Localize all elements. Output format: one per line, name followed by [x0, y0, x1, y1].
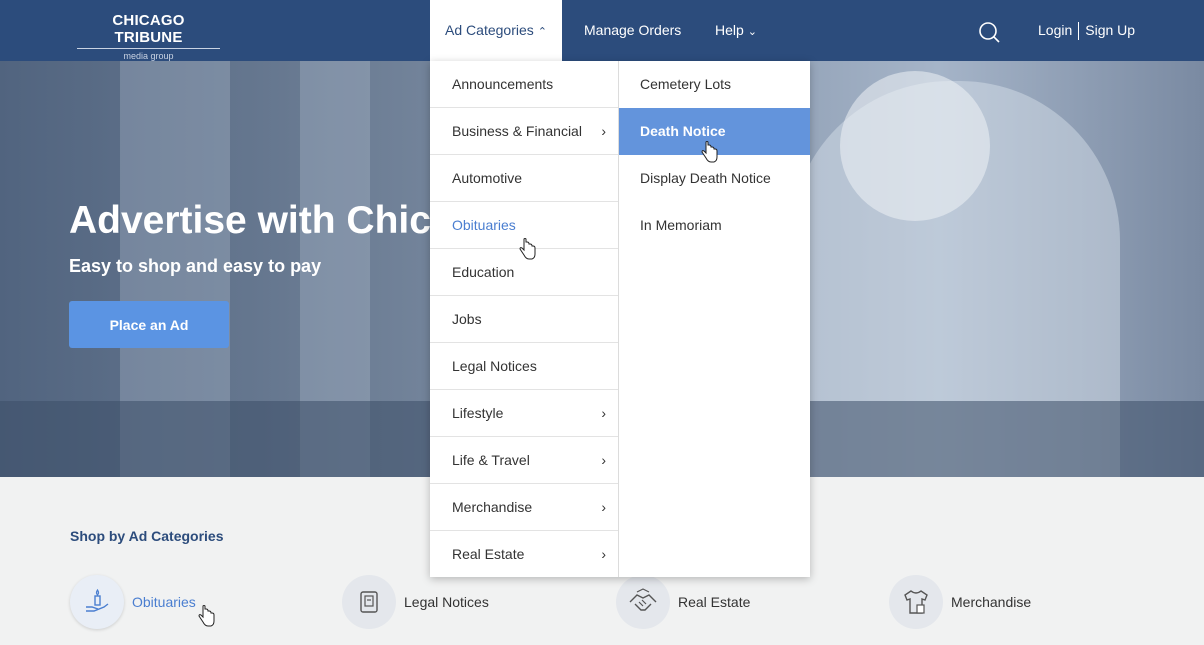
signup-link[interactable]: Sign Up	[1085, 22, 1135, 38]
category-real-estate[interactable]: Real Estate	[616, 574, 750, 630]
category-obituaries[interactable]: Obituaries	[70, 574, 196, 630]
hand-candle-icon	[86, 588, 109, 612]
menu-item-label: Merchandise	[452, 499, 533, 515]
nav-ad-categories[interactable]: Ad Categories ⌃	[430, 0, 562, 61]
dropdown-subcategory-list: Cemetery Lots Death Notice Display Death…	[619, 61, 810, 577]
place-an-ad-button[interactable]: Place an Ad	[69, 301, 229, 348]
submenu-item-cemetery-lots[interactable]: Cemetery Lots	[619, 61, 810, 108]
category-legal-notices[interactable]: Legal Notices	[342, 574, 489, 630]
login-link[interactable]: Login	[1038, 22, 1072, 38]
category-obituaries-circle	[70, 575, 124, 629]
menu-item-lifestyle[interactable]: Lifestyle ›	[430, 390, 618, 437]
menu-item-life-travel[interactable]: Life & Travel ›	[430, 437, 618, 484]
menu-item-label: Automotive	[452, 170, 523, 186]
logo-sub-text: media group	[123, 51, 174, 61]
hero-bg-hair	[840, 71, 990, 221]
search-icon[interactable]	[978, 21, 1000, 43]
shirt-icon	[904, 590, 928, 614]
menu-item-label: Education	[452, 264, 515, 280]
nav-manage-orders[interactable]: Manage Orders	[584, 0, 681, 61]
category-merchandise-label: Merchandise	[951, 594, 1032, 610]
chevron-right-icon: ›	[601, 405, 606, 421]
chevron-up-icon: ⌃	[537, 26, 547, 38]
chevron-right-icon: ›	[601, 546, 606, 562]
menu-item-label: Real Estate	[452, 546, 525, 562]
nav-ad-categories-label: Ad Categories	[445, 22, 534, 38]
hand-cursor-icon	[519, 238, 536, 260]
menu-item-merchandise[interactable]: Merchandise ›	[430, 484, 618, 531]
menu-item-real-estate[interactable]: Real Estate ›	[430, 531, 618, 578]
menu-item-label: Announcements	[452, 76, 554, 92]
dropdown-category-list: Announcements Business & Financial › Auto…	[430, 61, 619, 577]
category-legal-notices-label: Legal Notices	[404, 594, 489, 610]
hand-cursor-icon	[198, 605, 215, 627]
menu-item-business-financial[interactable]: Business & Financial ›	[430, 108, 618, 155]
category-legal-notices-circle	[342, 575, 396, 629]
category-real-estate-circle	[616, 575, 670, 629]
logo-main-text: CHICAGO TRIBUNE	[77, 12, 220, 49]
submenu-item-in-memoriam[interactable]: In Memoriam	[619, 202, 810, 249]
menu-item-announcements[interactable]: Announcements	[430, 61, 618, 108]
nav-help-label: Help	[715, 22, 744, 38]
menu-item-jobs[interactable]: Jobs	[430, 296, 618, 343]
menu-item-label: Business & Financial	[452, 123, 582, 139]
nav-help[interactable]: Help ⌄	[715, 0, 757, 61]
category-merchandise-circle	[889, 575, 943, 629]
chevron-down-icon: ⌄	[747, 26, 758, 38]
hero-title: Advertise with Chic	[69, 199, 431, 242]
menu-item-label: Jobs	[452, 311, 482, 327]
category-obituaries-label: Obituaries	[132, 594, 196, 610]
hero-subtitle: Easy to shop and easy to pay	[69, 256, 322, 276]
chicago-tribune-logo[interactable]: CHICAGO TRIBUNE media group	[77, 12, 220, 61]
auth-links: Login Sign Up	[1038, 0, 1135, 61]
menu-item-label: Lifestyle	[452, 405, 504, 421]
menu-item-label: Life & Travel	[452, 452, 530, 468]
menu-item-automotive[interactable]: Automotive	[430, 155, 618, 202]
menu-item-label: Obituaries	[452, 217, 516, 233]
chevron-right-icon: ›	[601, 452, 606, 468]
menu-item-label: Legal Notices	[452, 358, 537, 374]
chevron-right-icon: ›	[601, 123, 606, 139]
category-real-estate-label: Real Estate	[678, 594, 751, 610]
handshake-icon	[629, 588, 657, 611]
document-icon	[360, 591, 378, 613]
auth-divider	[1078, 22, 1080, 41]
chevron-right-icon: ›	[601, 499, 606, 515]
top-navbar: CHICAGO TRIBUNE media group Ad Categorie…	[0, 0, 1204, 61]
shop-categories-title: Shop by Ad Categories	[70, 528, 224, 544]
category-merchandise[interactable]: Merchandise	[889, 574, 1031, 630]
ad-categories-dropdown: Announcements Business & Financial › Auto…	[430, 61, 810, 577]
hand-cursor-icon	[701, 141, 718, 163]
menu-item-legal-notices[interactable]: Legal Notices	[430, 343, 618, 390]
